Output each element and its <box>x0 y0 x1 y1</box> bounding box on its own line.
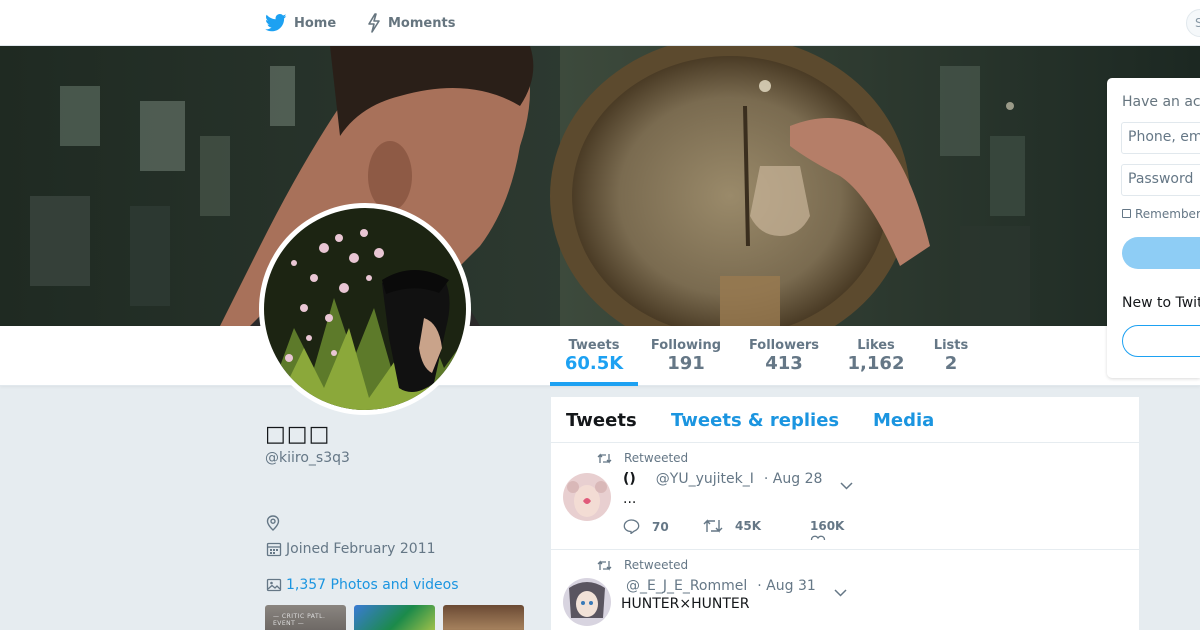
stat-lists-label: Lists <box>933 338 969 353</box>
chevron-down-icon[interactable] <box>834 582 847 601</box>
nav-home-label: Home <box>294 15 337 31</box>
retweet-count: 45K <box>735 519 761 533</box>
stat-tweets[interactable]: Tweets 60.5K <box>550 326 638 386</box>
stat-lists[interactable]: Lists 2 <box>925 326 977 386</box>
stat-following[interactable]: Following 191 <box>646 326 726 386</box>
media-thumbnail[interactable]: — CRITIC PATL. EVENT — <box>265 605 346 630</box>
tweet-date[interactable]: · Aug 28 <box>764 471 823 487</box>
tweet-header: () @YU_yujitek_I · Aug 28 <box>623 471 822 487</box>
stat-likes-label: Likes <box>857 338 895 353</box>
media-thumbnail-caption: — CRITIC PATL. EVENT — <box>273 613 326 627</box>
reply-count: 70 <box>652 519 669 534</box>
retweet-button[interactable]: 45K <box>703 519 761 533</box>
phone-email-field[interactable]: Phone, em <box>1121 122 1200 154</box>
timeline: Tweets Tweets & replies Media Retweeted … <box>551 397 1139 630</box>
profile-avatar[interactable] <box>259 203 471 415</box>
like-icon <box>810 535 826 541</box>
retweet-context: Retweeted <box>597 558 688 572</box>
twitter-bird-icon <box>265 14 287 32</box>
stat-likes[interactable]: Likes 1,162 <box>840 326 912 386</box>
reply-button[interactable]: 70 <box>623 519 669 534</box>
password-placeholder: Password <box>1128 171 1194 187</box>
signin-panel: Have an ac Phone, em Password Remember N… <box>1107 78 1200 378</box>
login-button[interactable] <box>1122 237 1200 269</box>
top-nav: Home Moments S <box>0 0 1200 46</box>
location-icon <box>266 515 280 535</box>
calendar-icon <box>266 541 282 557</box>
tab-media[interactable]: Media <box>873 410 934 431</box>
tweet[interactable]: Retweeted () @YU_yujitek_I · Aug 28 ... … <box>551 443 1139 550</box>
profile-nav: Tweets 60.5K Following 191 Followers 413… <box>0 326 1200 386</box>
retweet-icon <box>597 452 612 464</box>
stat-lists-value: 2 <box>944 353 958 374</box>
joined-date-text: Joined February 2011 <box>286 541 436 557</box>
media-thumbnail[interactable] <box>443 605 524 630</box>
tab-tweets-replies[interactable]: Tweets & replies <box>671 410 839 431</box>
remember-me-checkbox[interactable] <box>1122 209 1131 218</box>
signin-title: Have an ac <box>1122 94 1200 110</box>
stat-following-label: Following <box>650 338 722 353</box>
profile-handle[interactable]: @kiiro_s3q3 <box>265 450 350 466</box>
new-to-twitter-label: New to Twit <box>1122 295 1200 311</box>
password-field[interactable]: Password <box>1121 164 1200 196</box>
image-icon <box>266 577 282 593</box>
stat-tweets-value: 60.5K <box>564 353 624 374</box>
profile-name: □□□ <box>265 422 331 447</box>
tweet-header: @_E_J_E_Rommel · Aug 31 <box>626 578 816 594</box>
profile-banner <box>0 46 1200 326</box>
chevron-down-icon[interactable] <box>840 475 853 494</box>
like-button[interactable]: 160K <box>810 519 845 541</box>
search-input[interactable]: S <box>1186 9 1200 37</box>
tweet-author-handle[interactable]: @_E_J_E_Rommel <box>626 578 747 594</box>
stat-followers-value: 413 <box>765 353 803 374</box>
remember-me-label: Remember <box>1135 207 1200 221</box>
media-thumbnail[interactable] <box>354 605 435 630</box>
nav-moments-label: Moments <box>388 15 456 31</box>
joined-date: Joined February 2011 <box>266 541 436 557</box>
tweet[interactable]: Retweeted @_E_J_E_Rommel · Aug 31 HUNTER… <box>551 550 1139 630</box>
reply-icon <box>623 519 640 534</box>
signup-button[interactable] <box>1122 325 1200 357</box>
retweet-context-label: Retweeted <box>624 451 689 465</box>
profile-avatar-image <box>264 208 466 410</box>
timeline-tabs: Tweets Tweets & replies Media <box>551 397 1139 443</box>
stat-following-value: 191 <box>667 353 705 374</box>
search-input-text: S <box>1195 16 1200 30</box>
stat-followers[interactable]: Followers 413 <box>744 326 824 386</box>
phone-email-placeholder: Phone, em <box>1128 129 1200 145</box>
retweet-context: Retweeted <box>597 451 688 465</box>
tweet-date[interactable]: · Aug 31 <box>757 578 816 594</box>
tweet-author-name[interactable]: () <box>623 471 636 487</box>
lightning-icon <box>367 13 381 33</box>
tweet-text: ... <box>623 491 637 507</box>
retweet-icon <box>597 559 612 571</box>
tweet-text: HUNTER×HUNTER <box>621 596 750 612</box>
retweet-context-label: Retweeted <box>624 558 689 572</box>
stat-likes-value: 1,162 <box>847 353 905 374</box>
tweet-author-handle[interactable]: @YU_yujitek_I <box>656 471 754 487</box>
tab-tweets[interactable]: Tweets <box>566 410 637 431</box>
stat-followers-label: Followers <box>748 338 820 353</box>
photos-videos-link[interactable]: 1,357 Photos and videos <box>266 577 459 593</box>
like-count: 160K <box>810 519 845 533</box>
retweet-icon <box>703 519 723 533</box>
tweet-avatar[interactable] <box>563 578 611 626</box>
photos-videos-text: 1,357 Photos and videos <box>286 577 459 593</box>
nav-home[interactable]: Home <box>265 0 336 46</box>
stat-tweets-label: Tweets <box>568 338 620 353</box>
tweet-avatar[interactable] <box>563 473 611 521</box>
nav-moments[interactable]: Moments <box>367 0 455 46</box>
